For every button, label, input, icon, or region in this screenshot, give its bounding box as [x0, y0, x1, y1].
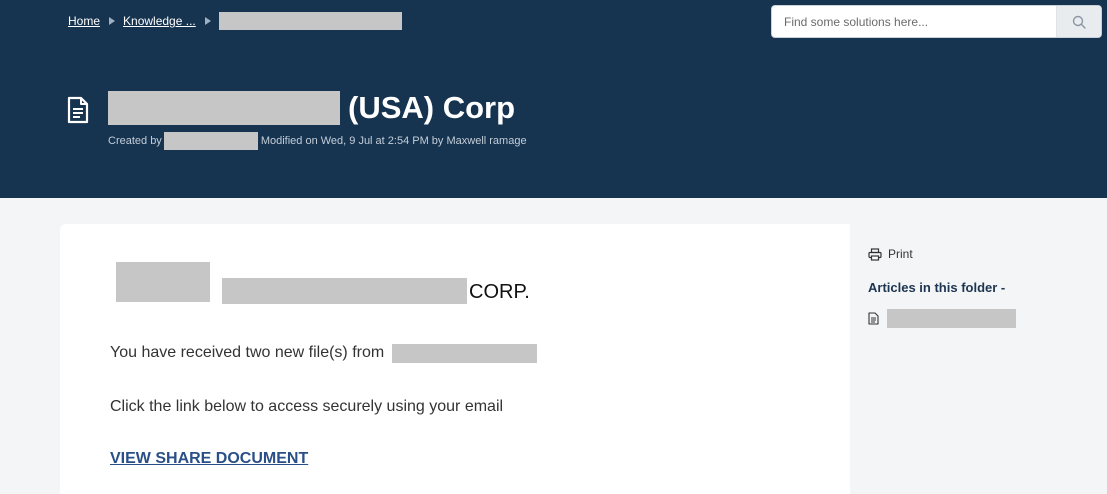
- document-icon: [67, 96, 89, 124]
- document-icon: [868, 311, 879, 325]
- sender-redacted: [392, 343, 538, 363]
- received-paragraph: You have received two new file(s) from: [110, 342, 538, 364]
- search-input[interactable]: [772, 6, 1059, 37]
- created-by-label: Created by: [108, 135, 162, 147]
- logo-redacted: [116, 262, 210, 302]
- view-share-document-link[interactable]: VIEW SHARE DOCUMENT: [110, 450, 308, 468]
- breadcrumb: Home Knowledge ...: [68, 12, 402, 30]
- instruction-paragraph: Click the link below to access securely …: [110, 396, 503, 418]
- search-icon: [1072, 15, 1086, 29]
- folder-article-item[interactable]: [868, 308, 1016, 328]
- corp-text: CORP.: [469, 281, 530, 303]
- instruction-text: Click the link below to access securely …: [110, 398, 504, 415]
- article-body: CORP. You have received two new file(s) …: [60, 224, 850, 494]
- page-title: (USA) Corp: [108, 88, 515, 128]
- caret-right-icon: [109, 17, 116, 25]
- folder-heading: Articles in this folder -: [868, 280, 1006, 295]
- article-meta: Created by Modified on Wed, 9 Jul at 2:5…: [108, 132, 527, 150]
- breadcrumb-home-link[interactable]: Home: [68, 14, 100, 28]
- company-name-redacted: [222, 278, 467, 304]
- print-button[interactable]: Print: [868, 245, 913, 263]
- breadcrumb-current-redacted: [218, 12, 402, 30]
- search-button[interactable]: [1056, 6, 1101, 37]
- print-label: Print: [888, 247, 913, 261]
- corp-heading: CORP.: [222, 278, 530, 304]
- caret-right-icon: [204, 17, 211, 25]
- modified-text: Modified on Wed, 9 Jul at 2:54 PM by Max…: [260, 135, 527, 147]
- author-redacted: [163, 132, 258, 150]
- search-box: [771, 5, 1102, 38]
- folder-article-redacted: [887, 308, 1016, 328]
- page-header: Home Knowledge ... (USA) Corp Created by…: [0, 0, 1107, 198]
- received-text: You have received two new file(s) from: [110, 344, 385, 361]
- title-text: (USA) Corp: [348, 90, 516, 125]
- printer-icon: [868, 247, 882, 261]
- title-redacted: [108, 91, 340, 125]
- breadcrumb-knowledge-link[interactable]: Knowledge ...: [123, 14, 196, 28]
